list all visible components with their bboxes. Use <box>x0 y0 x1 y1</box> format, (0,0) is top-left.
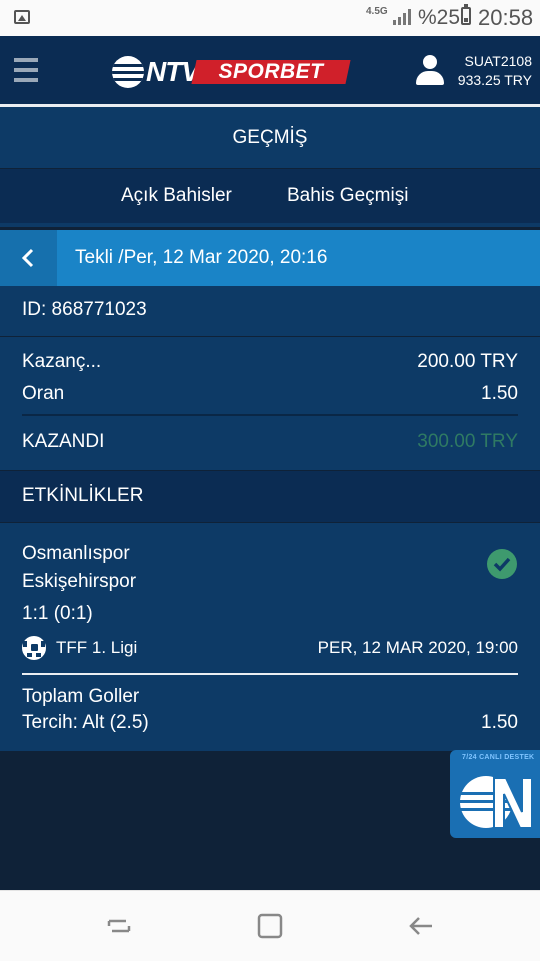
account-info[interactable]: SUAT2108 933.25 TRY <box>458 52 532 90</box>
clock: 20:58 <box>478 5 534 30</box>
network-type: 4.5G <box>366 6 388 17</box>
market-name: Toplam Goller <box>22 686 140 707</box>
page-title: GEÇMİŞ <box>0 107 540 168</box>
tab-bar: Açık Bahisler Bahis Geçmişi <box>0 169 540 227</box>
event-datetime: PER, 12 MAR 2020, 19:00 <box>317 638 518 657</box>
back-button[interactable] <box>0 230 57 286</box>
image-notification-icon <box>14 10 30 24</box>
status-bar: 4.5G %25 20:58 <box>0 0 540 36</box>
check-circle-icon <box>487 549 517 579</box>
summary-divider <box>22 414 518 416</box>
system-nav-bar <box>0 890 540 961</box>
ntv-ring-icon <box>112 56 144 88</box>
league-name: TFF 1. Ligi <box>56 638 138 657</box>
username: SUAT2108 <box>464 53 532 69</box>
chevron-left-icon <box>21 248 34 268</box>
app-header: NTV SPORBET SUAT2108 933.25 TRY <box>0 36 540 104</box>
battery-icon <box>461 4 471 25</box>
ntv-support-badge-icon <box>460 776 533 829</box>
tab-underline <box>0 223 540 227</box>
result-label: KAZANDI <box>22 431 105 452</box>
odds-value: 1.50 <box>481 383 518 404</box>
soccer-ball-icon <box>22 636 46 660</box>
back-arrow-icon[interactable] <box>408 913 434 939</box>
logo-sporbet-text: SPORBET <box>218 60 324 83</box>
signal-icon <box>393 9 411 25</box>
ntv-sporbet-logo[interactable]: NTV SPORBET <box>112 56 352 88</box>
events-section-header: ETKİNLİKLER <box>0 471 540 522</box>
logo-sporbet-box: SPORBET <box>191 60 351 84</box>
hamburger-icon[interactable] <box>14 58 40 84</box>
live-support-button[interactable]: 7/24 CANLI DESTEK <box>450 750 540 838</box>
stake-label: Kazanç... <box>22 351 102 372</box>
away-team: Eskişehirspor <box>22 571 137 592</box>
recent-apps-icon[interactable] <box>106 913 132 939</box>
bet-id: ID: 868771023 <box>22 299 147 320</box>
bet-id-row: ID: 868771023 <box>0 286 540 336</box>
selection-odds: 1.50 <box>481 712 518 733</box>
support-caption: 7/24 CANLI DESTEK <box>462 754 535 761</box>
match-score: 1:1 (0:1) <box>22 603 93 624</box>
selection: Tercih: Alt (2.5) <box>22 712 149 733</box>
tab-open-bets[interactable]: Açık Bahisler <box>121 169 232 223</box>
tab-bet-history[interactable]: Bahis Geçmişi <box>287 169 408 223</box>
battery-percent: %25 <box>418 6 461 29</box>
event-card: Osmanlıspor Eskişehirspor 1:1 (0:1) TFF … <box>0 523 540 751</box>
odds-label: Oran <box>22 383 65 404</box>
bet-summary: Kazanç... 200.00 TRY Oran 1.50 KAZANDI 3… <box>0 337 540 470</box>
bet-detail-header: Tekli /Per, 12 Mar 2020, 20:16 <box>0 230 540 286</box>
home-icon[interactable] <box>257 913 283 939</box>
events-title: ETKİNLİKLER <box>22 485 144 506</box>
user-icon[interactable] <box>416 55 444 87</box>
bet-detail-title: Tekli /Per, 12 Mar 2020, 20:16 <box>75 247 328 268</box>
home-team: Osmanlıspor <box>22 543 130 564</box>
balance: 933.25 TRY <box>457 72 532 88</box>
event-divider <box>22 673 518 675</box>
stake-value: 200.00 TRY <box>417 351 518 372</box>
result-value: 300.00 TRY <box>417 431 518 452</box>
